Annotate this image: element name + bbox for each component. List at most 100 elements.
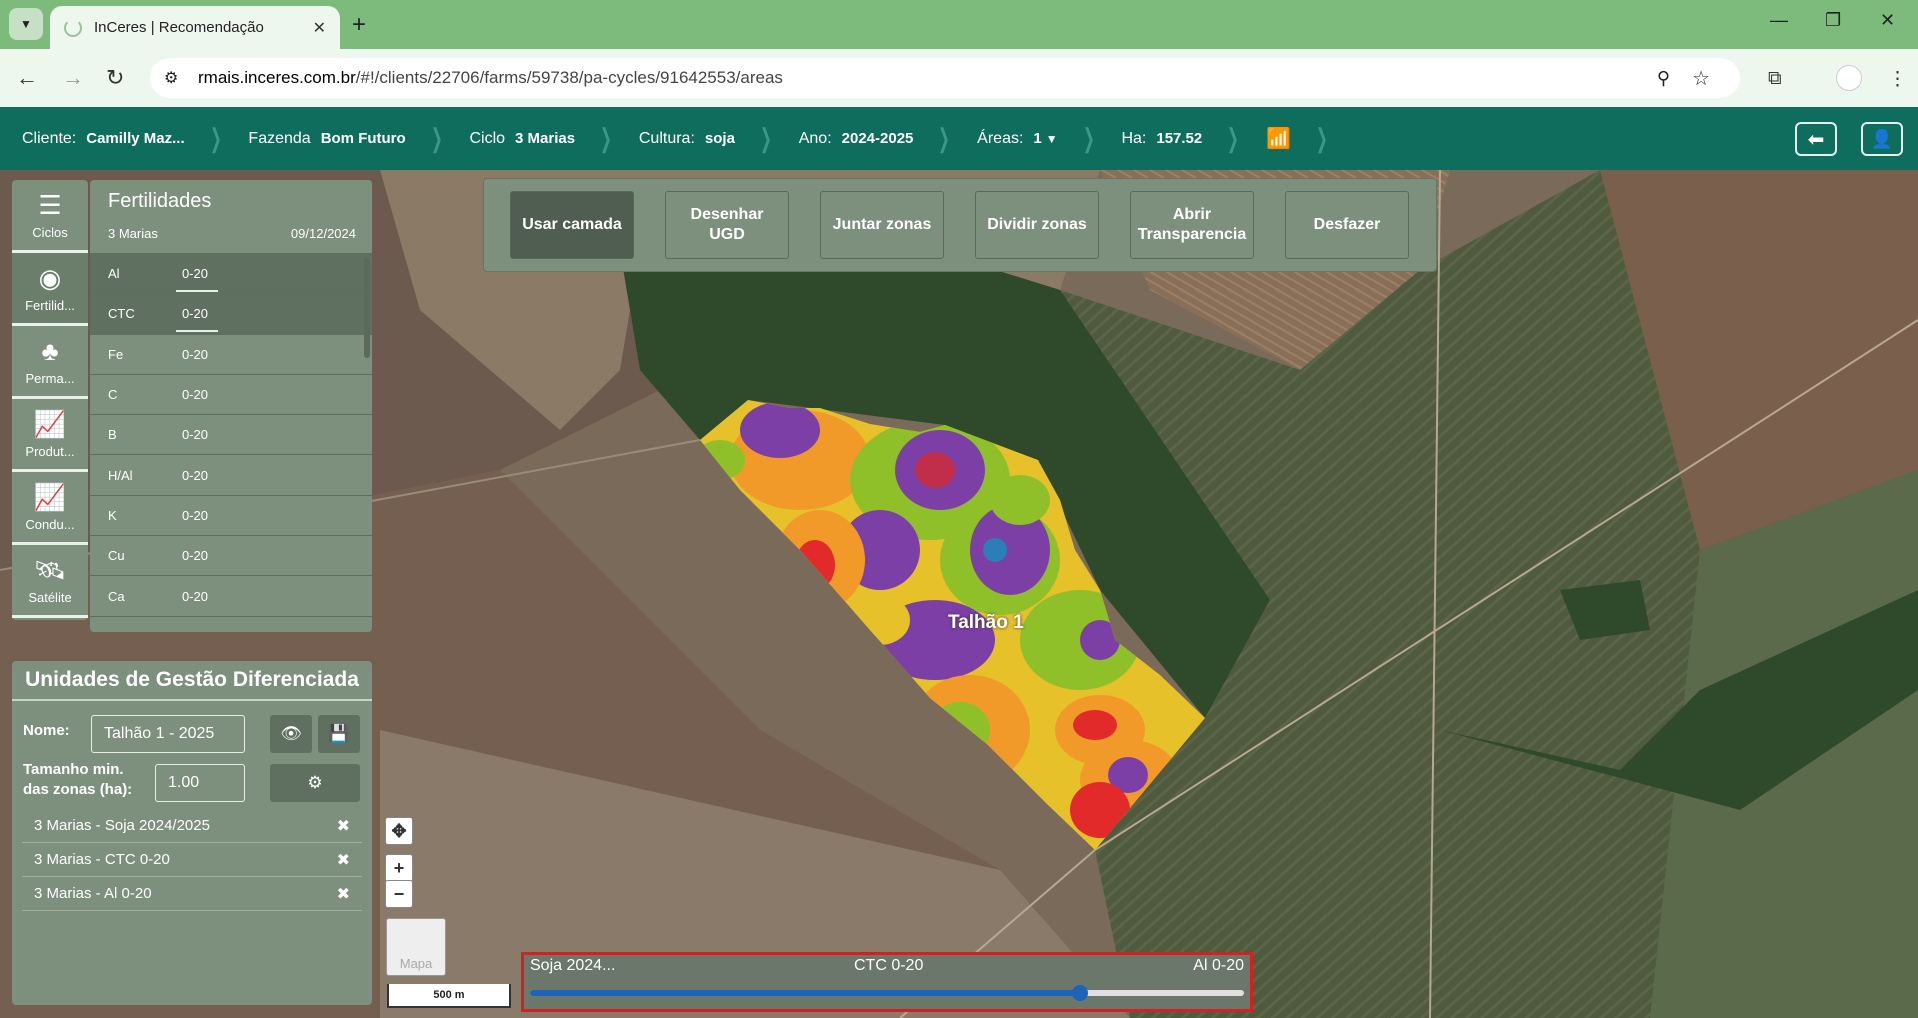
bookmark-star-icon[interactable]: ☆ (1692, 66, 1710, 91)
breadcrumb-cycle[interactable]: Ciclo 3 Marias ❯ (469, 123, 616, 154)
fertility-name: Fe (108, 346, 124, 362)
new-tab-button[interactable]: + (352, 11, 366, 39)
browser-toolbar: ← → ↻ ⚙ rmais.inceres.com.br/#!/clients/… (0, 49, 1918, 107)
undo-button[interactable]: Desfazer (1285, 191, 1409, 259)
fertility-row-hal[interactable]: H/Al 0-20 (90, 455, 372, 496)
split-zones-button[interactable]: Dividir zonas (975, 191, 1099, 259)
rail-label: Produt... (25, 443, 75, 459)
rail-label: Perma... (25, 370, 75, 386)
back-icon[interactable]: ← (16, 65, 38, 91)
chevron-right-icon: ❯ (430, 123, 443, 153)
rail-item-fertility[interactable]: ◉ Fertilid... (12, 253, 88, 326)
menu-icon[interactable]: ⋮ (1888, 68, 1907, 91)
ugd-panel: Unidades de Gestão Diferenciada Nome: Ta… (12, 661, 372, 1005)
fertility-name: K (108, 507, 117, 523)
restore-icon[interactable]: ❐ (1825, 10, 1841, 31)
url-host: rmais.inceres.com.br (198, 68, 356, 87)
close-tab-icon[interactable]: ✕ (313, 18, 326, 38)
crop-value: soja (704, 130, 735, 147)
tab-search-button[interactable]: ▼ (9, 8, 43, 40)
remove-icon[interactable]: ✖ (337, 816, 350, 836)
breadcrumb-crop[interactable]: Cultura: soja ❯ (639, 123, 777, 154)
chevron-right-icon: ❯ (759, 123, 772, 153)
rail-item-cycles[interactable]: ☰ Ciclos (12, 180, 88, 253)
areas-value: 1 (1033, 130, 1042, 147)
fertility-depth: 0-20 (182, 387, 209, 403)
fertility-row-ca[interactable]: Ca 0-20 (90, 576, 372, 617)
move-icon: ✥ (391, 820, 407, 841)
crop-label: Cultura: (638, 129, 695, 147)
chevron-right-icon: ❯ (1082, 123, 1095, 153)
fertility-row-k[interactable]: K 0-20 (90, 496, 372, 537)
fertility-name: Al (108, 266, 120, 282)
transparency-label-1: Abrir (1172, 206, 1212, 223)
breadcrumb-farm[interactable]: Fazenda Bom Futuro ❯ (248, 123, 447, 154)
arrow-left-icon: ⬅ (1807, 128, 1825, 151)
use-layer-button[interactable]: Usar camada (510, 191, 634, 259)
rail-label: Fertilid... (25, 297, 75, 313)
fertility-row-al[interactable]: Al 0-20 (90, 254, 372, 295)
close-window-icon[interactable]: ✕ (1880, 10, 1895, 31)
fertility-row-ctc[interactable]: CTC 0-20 (90, 294, 372, 335)
fertility-name: C (108, 387, 118, 403)
rail-item-conductivity[interactable]: 📈 Condu... (12, 472, 88, 545)
min-size-label-1: Tamanho min. (23, 761, 124, 778)
reload-icon[interactable]: ↻ (106, 65, 124, 91)
timeline-thumb[interactable] (1071, 985, 1088, 1001)
chevron-down-icon: ▼ (20, 17, 32, 31)
loading-icon (64, 18, 82, 37)
fertility-row-b[interactable]: B 0-20 (90, 415, 372, 456)
save-button[interactable]: 💾 (318, 715, 360, 753)
view-button[interactable]: 👁 (270, 715, 312, 753)
cycle-value: 3 Marias (515, 130, 576, 147)
layer-item[interactable]: 3 Marias - Al 0-20 ✖ (22, 877, 362, 911)
profile-avatar[interactable] (1836, 65, 1862, 91)
minus-icon: − (393, 883, 405, 904)
zoom-in-button[interactable]: + (385, 854, 413, 882)
generate-zones-button[interactable]: ⚙ (270, 764, 360, 802)
fertility-row-c[interactable]: C 0-20 (90, 375, 372, 416)
breadcrumb-year[interactable]: Ano: 2024-2025 ❯ (799, 123, 955, 154)
ugd-name-input[interactable]: Talhão 1 - 2025 (91, 715, 245, 753)
user-button[interactable]: 👤 (1861, 122, 1903, 156)
pan-button[interactable]: ✥ (385, 817, 413, 845)
merge-zones-button[interactable]: Juntar zonas (820, 191, 944, 259)
fertility-header: Fertilidades 3 Marias 09/12/2024 (90, 180, 372, 254)
draw-ugd-button[interactable]: Desenhar UGD (665, 191, 789, 259)
plus-icon: + (393, 857, 405, 878)
zoom-icon[interactable]: ⚲ (1657, 68, 1670, 89)
rail-item-productivity[interactable]: 📈 Produt... (12, 399, 88, 472)
ha-value: 157.52 (1156, 130, 1203, 147)
fertility-depth: 0-20 (182, 346, 209, 362)
minimize-icon[interactable]: — (1770, 10, 1788, 31)
rail-item-satellite[interactable]: 🛰 Satélite (12, 545, 88, 618)
min-size-input[interactable]: 1.00 (155, 764, 245, 802)
forward-icon[interactable]: → (62, 65, 84, 91)
back-button[interactable]: ⬅ (1795, 122, 1837, 156)
breadcrumb-areas[interactable]: Áreas: 1 ▼ ❯ (977, 123, 1099, 154)
fertility-row-fe[interactable]: Fe 0-20 (90, 335, 372, 375)
scale-bar: 500 m (387, 984, 511, 1008)
layer-item[interactable]: 3 Marias - Soja 2024/2025 ✖ (22, 809, 362, 843)
layer-label: 3 Marias - Al 0-20 (34, 885, 152, 902)
site-settings-icon[interactable]: ⚙ (164, 68, 178, 88)
remove-icon[interactable]: ✖ (337, 850, 350, 870)
transparency-button[interactable]: Abrir Transparencia (1130, 191, 1254, 259)
rail-item-permanent[interactable]: ♣ Perma... (12, 326, 88, 399)
address-bar[interactable]: ⚙ rmais.inceres.com.br/#!/clients/22706/… (150, 58, 1740, 98)
layer-item[interactable]: 3 Marias - CTC 0-20 ✖ (22, 843, 362, 877)
timeline-track[interactable] (530, 985, 1244, 1001)
extensions-icon[interactable]: ⧉ (1768, 68, 1782, 90)
zoom-out-button[interactable]: − (385, 880, 413, 908)
remove-icon[interactable]: ✖ (337, 884, 350, 904)
list-icon: ☰ (38, 189, 62, 220)
fertility-row-cu[interactable]: Cu 0-20 (90, 536, 372, 577)
basemap-toggle[interactable]: Mapa (386, 918, 446, 976)
transparency-label-2: Transparencia (1137, 226, 1247, 243)
breadcrumb-client[interactable]: Cliente: Camilly Maz... ❯ (22, 123, 226, 154)
field-label[interactable]: Talhão 1 (948, 612, 1024, 634)
timeline-fill (530, 990, 1080, 996)
fertility-name: Cu (108, 548, 125, 564)
browser-tab[interactable]: InCeres | Recomendação ✕ (50, 6, 340, 49)
fertility-scrollbar[interactable] (364, 258, 370, 358)
